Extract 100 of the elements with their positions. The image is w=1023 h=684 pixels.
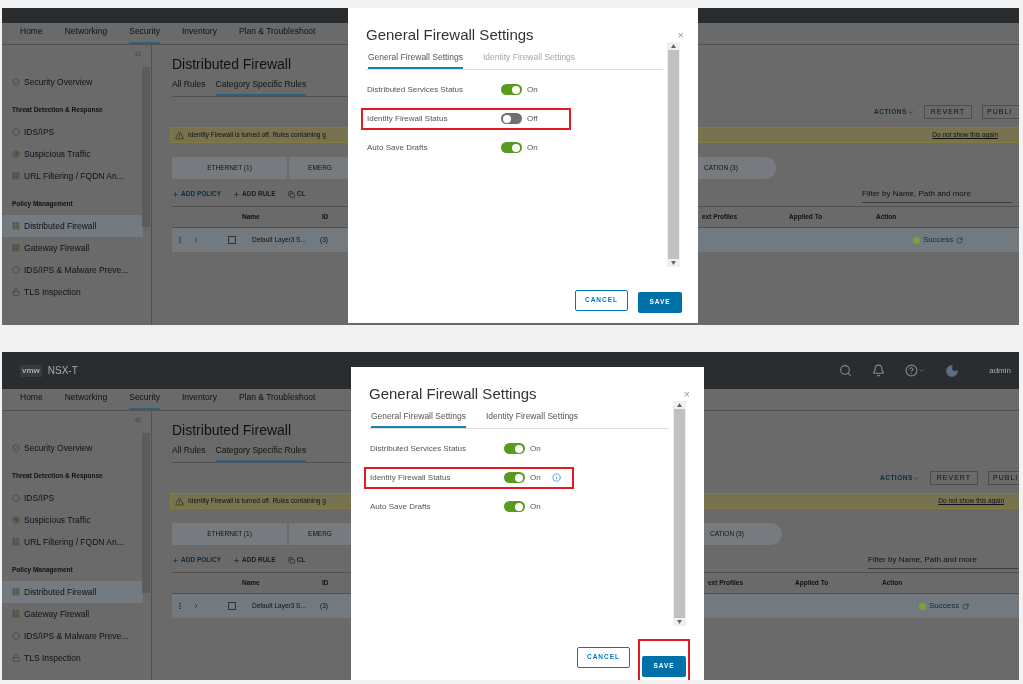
nav-tab[interactable]: Security: [129, 25, 160, 44]
toggle-switch[interactable]: [501, 142, 522, 154]
nav-tab[interactable]: Networking: [64, 25, 108, 44]
scroll-up-icon[interactable]: [677, 403, 682, 407]
clipboard-icon: [287, 190, 295, 198]
dialog-title: General Firewall Settings: [366, 25, 534, 46]
help-icon[interactable]: [905, 364, 919, 377]
item-icon: [12, 150, 20, 158]
checkbox[interactable]: [228, 236, 236, 244]
item-icon: [12, 128, 20, 136]
nav-tab[interactable]: Home: [20, 391, 43, 410]
sidebar-item[interactable]: Suspicious Traffic: [2, 143, 143, 165]
refresh-icon[interactable]: [962, 602, 970, 610]
status-text: Success: [923, 234, 954, 246]
caret-icon: [906, 108, 914, 116]
close-button[interactable]: ×: [677, 27, 684, 44]
expand-icon[interactable]: [192, 236, 200, 244]
filter-field[interactable]: Filter by Name, Path and more: [868, 551, 1018, 569]
dialog-tab[interactable]: Identity Firewall Settings: [485, 409, 579, 428]
info-icon[interactable]: [552, 473, 561, 483]
checkbox[interactable]: [228, 602, 236, 610]
refresh-icon[interactable]: [956, 236, 964, 244]
sidebar-item[interactable]: TLS Inspection: [2, 647, 143, 669]
toggle-switch[interactable]: [501, 113, 522, 125]
sidebar-item[interactable]: Distributed Firewall: [2, 581, 143, 603]
page-title: Distributed Firewall: [172, 55, 293, 74]
plus-icon: [233, 556, 241, 564]
scroll-down-icon[interactable]: [671, 261, 676, 265]
item-icon: [12, 654, 20, 662]
scroll-up-icon[interactable]: [671, 44, 676, 48]
scrollbar[interactable]: [667, 42, 680, 267]
nav-tab[interactable]: Inventory: [181, 25, 217, 44]
sidebar-item[interactable]: IDS/IPS: [2, 487, 143, 509]
toggle-switch[interactable]: [504, 472, 525, 484]
setting-label: Auto Save Drafts: [370, 500, 432, 513]
item-icon: [12, 266, 20, 274]
page-tab[interactable]: Category Specific Rules: [215, 444, 307, 462]
item-icon: [12, 222, 20, 230]
page-title: Distributed Firewall: [172, 421, 293, 440]
moon-icon[interactable]: [945, 363, 960, 378]
sidebar-item[interactable]: URL Filtering / FQDN An...: [2, 165, 143, 187]
sidebar-item[interactable]: Suspicious Traffic: [2, 509, 143, 531]
toggle-state: On: [527, 83, 539, 96]
nav-tab[interactable]: Plan & Troubleshoot: [238, 25, 316, 44]
close-button[interactable]: ×: [683, 386, 690, 403]
search-icon[interactable]: [839, 364, 853, 377]
sidebar-item[interactable]: URL Filtering / FQDN An...: [2, 531, 143, 553]
item-icon: [12, 494, 20, 502]
item-icon: [12, 588, 20, 596]
plus-icon: [172, 190, 179, 198]
scroll-down-icon[interactable]: [677, 620, 682, 624]
bell-icon[interactable]: [872, 364, 886, 377]
expand-icon[interactable]: [192, 602, 200, 610]
item-icon: [12, 610, 20, 618]
page-tab[interactable]: All Rules: [172, 444, 206, 462]
nav-tab[interactable]: Plan & Troubleshoot: [238, 391, 316, 410]
scrollbar[interactable]: [142, 433, 150, 593]
product-name: NSX-T: [47, 364, 78, 378]
dialog-tab[interactable]: General Firewall Settings: [371, 409, 466, 428]
nav-tab[interactable]: Networking: [64, 391, 108, 410]
sidebar-item[interactable]: Security Overview: [2, 71, 143, 93]
setting-label: Distributed Services Status: [367, 83, 465, 96]
table-row[interactable]: Success: [698, 228, 1019, 252]
filter-field[interactable]: Filter by Name, Path and more: [862, 185, 1012, 203]
warning-icon: [175, 496, 184, 506]
toggle-switch[interactable]: [504, 443, 525, 455]
sidebar-item[interactable]: Security Overview: [2, 437, 143, 459]
scrollbar[interactable]: [142, 67, 150, 227]
page-tab[interactable]: Category Specific Rules: [215, 78, 307, 96]
toggle-state: On: [530, 471, 542, 484]
dialog-title: General Firewall Settings: [369, 384, 537, 405]
scrollbar[interactable]: [673, 401, 686, 626]
item-icon: [12, 172, 20, 180]
toggle-switch[interactable]: [504, 501, 525, 513]
toggle-state: On: [527, 141, 539, 154]
toggle-switch[interactable]: [501, 84, 522, 96]
table-row[interactable]: Success: [704, 594, 1019, 618]
item-icon: [12, 444, 20, 452]
nav-tab[interactable]: Home: [20, 25, 43, 44]
nav-tab[interactable]: Security: [129, 391, 160, 410]
drag-handle-icon[interactable]: [176, 236, 184, 244]
clipboard-icon: [287, 556, 295, 564]
item-icon: [12, 78, 20, 86]
nav-tab[interactable]: Inventory: [181, 391, 217, 410]
dialog-tab[interactable]: General Firewall Settings: [368, 50, 463, 69]
sidebar-item[interactable]: Gateway Firewall: [2, 237, 143, 259]
logo: vmw: [20, 364, 42, 377]
page-tab[interactable]: All Rules: [172, 78, 206, 96]
sidebar-item[interactable]: Distributed Firewall: [2, 215, 143, 237]
sidebar-item[interactable]: TLS Inspection: [2, 281, 143, 303]
sidebar-item[interactable]: IDS/IPS & Malware Preve...: [2, 259, 143, 281]
caret-icon[interactable]: [918, 367, 926, 374]
setting-label: Identity Firewall Status: [367, 112, 449, 125]
plus-icon: [172, 556, 179, 564]
sidebar-item[interactable]: IDS/IPS & Malware Preve...: [2, 625, 143, 647]
toggle-state: Off: [527, 112, 539, 125]
sidebar-item[interactable]: Gateway Firewall: [2, 603, 143, 625]
drag-handle-icon[interactable]: [176, 602, 184, 610]
user-name[interactable]: admin: [989, 364, 1011, 377]
sidebar-item[interactable]: IDS/IPS: [2, 121, 143, 143]
